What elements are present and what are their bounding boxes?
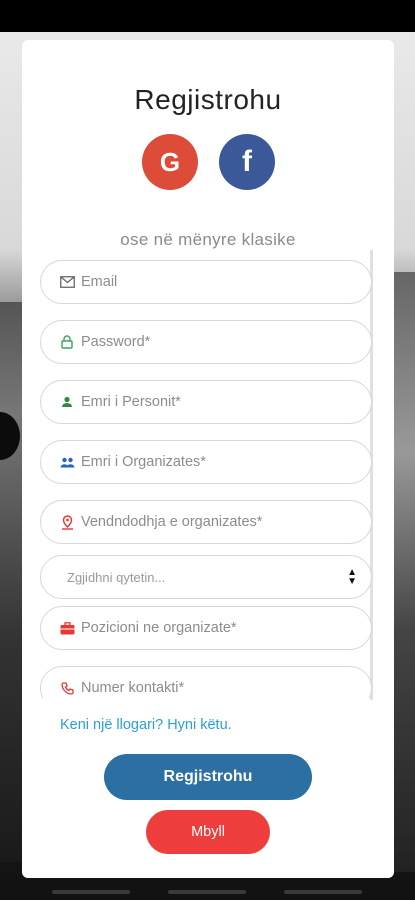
contact-field[interactable]: Numer kontakti* bbox=[40, 666, 372, 698]
password-placeholder: Password* bbox=[81, 334, 151, 350]
position-placeholder: Pozicioni ne organizate* bbox=[81, 620, 237, 636]
contact-placeholder: Numer kontakti* bbox=[81, 680, 185, 696]
position-field[interactable]: Pozicioni ne organizate* bbox=[40, 606, 372, 650]
nav-hint-center[interactable] bbox=[168, 890, 246, 894]
google-icon: G bbox=[159, 146, 181, 177]
person-name-field[interactable]: Emri i Personit* bbox=[40, 380, 372, 424]
group-icon bbox=[59, 454, 75, 470]
register-button[interactable]: Regjistrohu bbox=[104, 754, 312, 800]
briefcase-icon bbox=[59, 620, 75, 636]
location-placeholder: Vendndodhja e organizates* bbox=[81, 514, 263, 530]
status-bar bbox=[0, 0, 415, 32]
person-icon bbox=[59, 394, 75, 410]
nav-hint-left[interactable] bbox=[52, 890, 130, 894]
phone-icon bbox=[59, 680, 75, 696]
google-login-button[interactable]: G bbox=[142, 134, 198, 190]
form-scroll-area: Email Password* Emri i Personit* Emri i … bbox=[40, 258, 374, 698]
email-field[interactable]: Email bbox=[40, 260, 372, 304]
navigation-bar bbox=[0, 890, 415, 896]
city-select-value: Zgjidhni qytetin... bbox=[67, 569, 166, 585]
facebook-icon: f bbox=[242, 145, 252, 178]
nav-hint-right[interactable] bbox=[284, 890, 362, 894]
person-name-placeholder: Emri i Personit* bbox=[81, 394, 181, 410]
email-placeholder: Email bbox=[81, 274, 118, 290]
city-select[interactable]: Zgjidhni qytetin... ▲ ▼ bbox=[40, 555, 372, 599]
organization-name-placeholder: Emri i Organizates* bbox=[81, 454, 206, 470]
password-field[interactable]: Password* bbox=[40, 320, 372, 364]
classic-method-label: ose në mënyre klasike bbox=[120, 230, 296, 249]
register-modal: Regjistrohu G f ose në mënyre klasike Em… bbox=[22, 40, 394, 878]
organization-name-field[interactable]: Emri i Organizates* bbox=[40, 440, 372, 484]
chevron-updown-icon: ▲ ▼ bbox=[347, 567, 357, 587]
login-link[interactable]: Keni një llogari? Hyni këtu. bbox=[60, 717, 232, 733]
facebook-login-button[interactable]: f bbox=[219, 134, 275, 190]
lock-icon bbox=[59, 334, 75, 350]
page-title: Regjistrohu bbox=[134, 84, 282, 115]
location-pin-icon bbox=[59, 514, 75, 530]
location-field[interactable]: Vendndodhja e organizates* bbox=[40, 500, 372, 544]
close-button[interactable]: Mbyll bbox=[146, 810, 270, 854]
envelope-icon bbox=[59, 274, 75, 290]
